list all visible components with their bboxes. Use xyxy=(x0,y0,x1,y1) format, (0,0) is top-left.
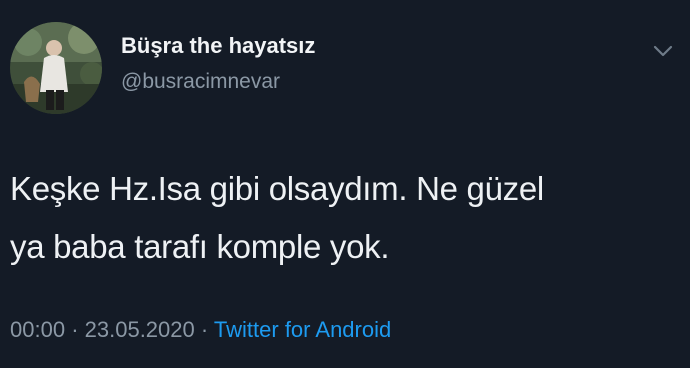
user-handle[interactable]: @busracimnevar xyxy=(121,70,280,94)
profile-photo-icon xyxy=(10,22,102,114)
chevron-down-icon[interactable] xyxy=(650,40,676,62)
tweet-card: Büşra the hayatsız @busracimnevar Keşke … xyxy=(0,0,690,368)
tweet-meta: 00:00 · 23.05.2020 · Twitter for Android xyxy=(10,317,391,343)
avatar[interactable] xyxy=(10,22,102,114)
tweet-date: 23.05.2020 xyxy=(84,317,195,342)
display-name[interactable]: Büşra the hayatsız xyxy=(121,33,315,59)
meta-separator: · xyxy=(71,317,79,342)
tweet-source-link[interactable]: Twitter for Android xyxy=(214,317,391,342)
meta-separator: · xyxy=(200,317,209,342)
tweet-time: 00:00 xyxy=(10,317,66,342)
tweet-text: Keşke Hz.Isa gibi olsaydım. Ne güzel ya … xyxy=(10,170,544,265)
